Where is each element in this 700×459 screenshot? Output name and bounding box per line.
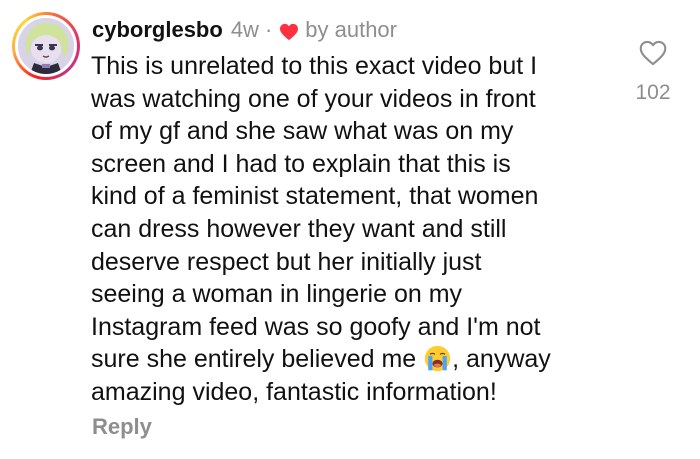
comment-age: 4w bbox=[230, 17, 259, 42]
liked-by-author-label: by author bbox=[305, 17, 397, 42]
heart-icon[interactable] bbox=[639, 40, 667, 66]
comment-line: deserve respect but her initially just bbox=[91, 247, 482, 276]
separator-dot: · bbox=[264, 17, 273, 42]
comment-line: This is unrelated to this exact video bu… bbox=[91, 52, 538, 80]
loudly-crying-face-icon bbox=[424, 345, 451, 372]
like-count: 102 bbox=[635, 81, 671, 104]
avatar[interactable] bbox=[12, 12, 80, 80]
comment-line: sure she entirely believed me , anyway bbox=[91, 343, 611, 376]
username[interactable]: cyborglesbo bbox=[92, 17, 223, 43]
comment-line: screen and I had to explain that this is bbox=[91, 149, 511, 178]
reply-button[interactable]: Reply bbox=[92, 414, 152, 440]
comment-header: cyborglesbo 4w · by author bbox=[92, 15, 397, 45]
comment-line: kind of a feminist statement, that women bbox=[91, 182, 539, 211]
comment-line: can dress however they want and still bbox=[91, 214, 507, 243]
comment-line: Instagram feed was so goofy and I'm not bbox=[91, 312, 541, 341]
comment-line: of my gf and she saw what was on my bbox=[91, 117, 514, 146]
comment: cyborglesbo 4w · by author This is unrel… bbox=[0, 0, 700, 459]
comment-line: was watching one of your videos in front bbox=[91, 84, 536, 113]
comment-line-part: sure she entirely believed me bbox=[91, 345, 417, 374]
comment-line: amazing video, fantastic information! bbox=[91, 377, 497, 406]
like-area: 102 bbox=[618, 40, 688, 105]
comment-line-part: , anyway bbox=[452, 345, 551, 374]
comment-line: seeing a woman in lingerie on my bbox=[91, 280, 463, 309]
comment-text: This is unrelated to this exact video bu… bbox=[91, 50, 611, 409]
author-heart-icon bbox=[279, 21, 299, 41]
avatar-image bbox=[18, 18, 74, 74]
